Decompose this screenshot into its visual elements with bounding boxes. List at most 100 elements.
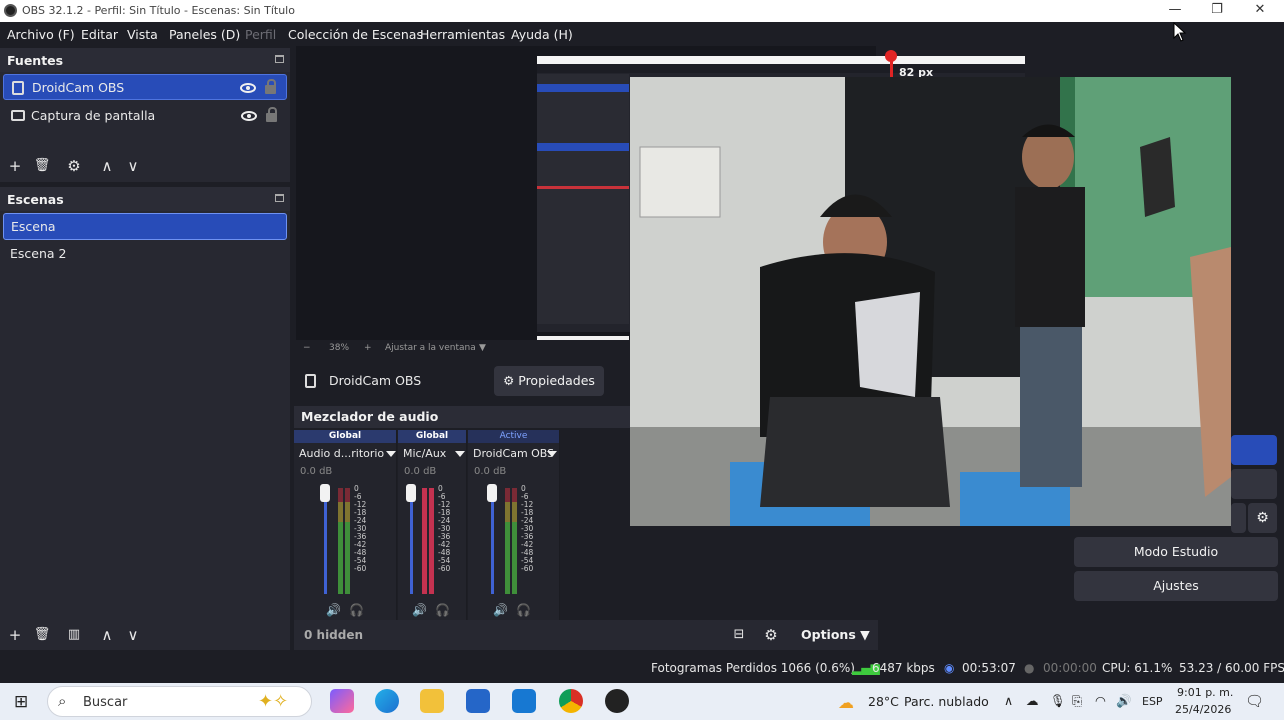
- weather-description[interactable]: Parc. nublado: [904, 694, 989, 709]
- edge-icon[interactable]: [375, 689, 399, 713]
- clock-time[interactable]: 9:01 p. m.: [1177, 686, 1233, 699]
- usb-icon[interactable]: ⎘: [1072, 693, 1082, 709]
- volume-fader-track[interactable]: [410, 488, 413, 594]
- onedrive-icon[interactable]: ☁: [1026, 693, 1039, 708]
- restore-button[interactable]: ❐: [1195, 0, 1239, 22]
- volume-fader-knob[interactable]: [487, 484, 497, 502]
- start-recording-button-edge[interactable]: [1231, 469, 1277, 499]
- zoom-out-button[interactable]: −: [303, 343, 311, 353]
- visibility-eye-icon[interactable]: [241, 111, 257, 121]
- properties-button[interactable]: ⚙ Propiedades: [494, 366, 604, 396]
- volume-fader-track[interactable]: [491, 488, 494, 594]
- visibility-eye-icon[interactable]: [240, 83, 256, 93]
- headphones-icon[interactable]: 🎧: [435, 603, 450, 617]
- clock-date[interactable]: 25/4/2026: [1175, 703, 1231, 716]
- meter-green-segment: [505, 522, 510, 594]
- channel-db: 0.0 dB: [300, 466, 333, 477]
- chevron-down-icon[interactable]: [547, 451, 557, 457]
- move-scene-up-button[interactable]: ∧: [96, 624, 118, 646]
- add-scene-button[interactable]: +: [4, 624, 26, 646]
- channel-name[interactable]: Mic/Aux: [403, 447, 446, 460]
- mixer-options-button[interactable]: Options ▼: [801, 627, 870, 642]
- add-source-button[interactable]: +: [4, 155, 26, 177]
- speaker-icon[interactable]: 🔊: [412, 603, 427, 617]
- wifi-icon[interactable]: ◠: [1095, 693, 1106, 708]
- outlook-icon[interactable]: [512, 689, 536, 713]
- menu-file[interactable]: Archivo (F): [7, 27, 75, 42]
- menu-tools[interactable]: Herramientas: [420, 27, 505, 42]
- source-properties-button[interactable]: ⚙: [63, 155, 85, 177]
- windows-start-icon[interactable]: ⊞: [14, 692, 28, 712]
- volume-icon[interactable]: 🔊: [1116, 693, 1132, 709]
- move-source-down-button[interactable]: ∨: [122, 155, 144, 177]
- move-source-up-button[interactable]: ∧: [96, 155, 118, 177]
- remove-scene-button[interactable]: 🗑: [31, 624, 53, 646]
- volume-fader-knob[interactable]: [406, 484, 416, 502]
- copilot-icon[interactable]: [330, 689, 354, 713]
- menu-help[interactable]: Ayuda (H): [511, 27, 573, 42]
- hidden-count-label: 0 hidden: [304, 628, 364, 642]
- stream-icon: ◉: [944, 661, 955, 675]
- obs-taskbar-icon[interactable]: [605, 689, 629, 713]
- chrome-icon[interactable]: [559, 689, 583, 713]
- scenes-dock-title: Escenas: [7, 192, 64, 207]
- chevron-down-icon[interactable]: [455, 451, 465, 457]
- channel-name[interactable]: Audio d...ritorio: [299, 447, 384, 460]
- language-indicator[interactable]: ESP: [1142, 695, 1163, 708]
- status-bar: Fotogramas Perdidos 1066 (0.6%) ▂▄▆ 6487…: [0, 655, 1284, 682]
- undock-icon[interactable]: [275, 55, 284, 63]
- weather-temperature[interactable]: 28°C: [868, 694, 899, 709]
- menu-scene-collection[interactable]: Colección de Escenas: [288, 27, 423, 42]
- chevron-down-icon[interactable]: ▼: [479, 343, 486, 353]
- speaker-icon[interactable]: 🔊: [326, 603, 341, 617]
- weather-icon[interactable]: ☁: [838, 693, 854, 712]
- source-item-screen-capture[interactable]: Captura de pantalla: [3, 103, 287, 129]
- chevron-down-icon[interactable]: [386, 451, 396, 457]
- start-streaming-button-edge[interactable]: [1231, 435, 1277, 465]
- tray-expand-icon[interactable]: ∧: [1004, 693, 1013, 708]
- meter-green-segment: [338, 522, 343, 594]
- scene-filters-button[interactable]: ▥: [63, 624, 85, 646]
- meter-red-segment: [512, 488, 517, 502]
- studio-mode-button[interactable]: Modo Estudio: [1074, 537, 1278, 567]
- meter-yellow-segment: [422, 502, 427, 522]
- mixer-layout-icon[interactable]: ⊟: [728, 624, 750, 646]
- channel-name[interactable]: DroidCam OBS: [473, 447, 554, 460]
- mixer-settings-icon[interactable]: ⚙: [760, 624, 782, 646]
- volume-fader-knob[interactable]: [320, 484, 330, 502]
- notifications-icon[interactable]: 🗨: [1245, 692, 1264, 710]
- menu-edit[interactable]: Editar: [81, 27, 118, 42]
- zoom-in-button[interactable]: +: [364, 343, 372, 353]
- close-button[interactable]: ✕: [1238, 0, 1282, 22]
- lock-icon[interactable]: [265, 79, 276, 94]
- dropped-frames-status: Fotogramas Perdidos 1066 (0.6%): [651, 661, 855, 675]
- remove-source-button[interactable]: 🗑: [31, 155, 53, 177]
- speaker-icon[interactable]: 🔊: [493, 603, 508, 617]
- record-icon: ●: [1024, 661, 1035, 675]
- microphone-icon[interactable]: 🎙: [1050, 693, 1066, 709]
- volume-fader-track[interactable]: [324, 488, 327, 594]
- meter-scale: 0 -6 -12 -18 -24 -30 -36 -42 -48 -54 -60: [438, 485, 450, 573]
- headphones-icon[interactable]: 🎧: [349, 603, 364, 617]
- minimize-button[interactable]: —: [1153, 0, 1197, 22]
- scene-item-escena[interactable]: Escena: [3, 213, 287, 240]
- virtual-camera-settings-icon[interactable]: ⚙: [1248, 503, 1277, 533]
- store-icon[interactable]: [466, 689, 490, 713]
- undock-icon[interactable]: [275, 194, 284, 202]
- taskbar-search[interactable]: ⌕ Buscar ✦✧: [47, 686, 312, 717]
- menu-docks[interactable]: Paneles (D): [169, 27, 240, 42]
- scenes-toolbar: + 🗑 ▥ ∧ ∨: [4, 624, 154, 648]
- menu-profile[interactable]: Perfil: [245, 27, 276, 42]
- meter-scale: 0 -6 -12 -18 -24 -30 -36 -42 -48 -54 -60: [354, 485, 366, 573]
- move-scene-down-button[interactable]: ∨: [122, 624, 144, 646]
- settings-button[interactable]: Ajustes: [1074, 571, 1278, 601]
- mouse-cursor-icon: [1173, 22, 1187, 42]
- virtual-camera-button-edge[interactable]: [1231, 503, 1246, 533]
- scene-item-escena-2[interactable]: Escena 2: [3, 241, 287, 268]
- file-explorer-icon[interactable]: [420, 689, 444, 713]
- lock-icon[interactable]: [266, 107, 277, 122]
- preview-mini-menu: [537, 64, 1025, 73]
- source-item-droidcam[interactable]: DroidCam OBS: [3, 74, 287, 100]
- menu-view[interactable]: Vista: [127, 27, 158, 42]
- headphones-icon[interactable]: 🎧: [516, 603, 531, 617]
